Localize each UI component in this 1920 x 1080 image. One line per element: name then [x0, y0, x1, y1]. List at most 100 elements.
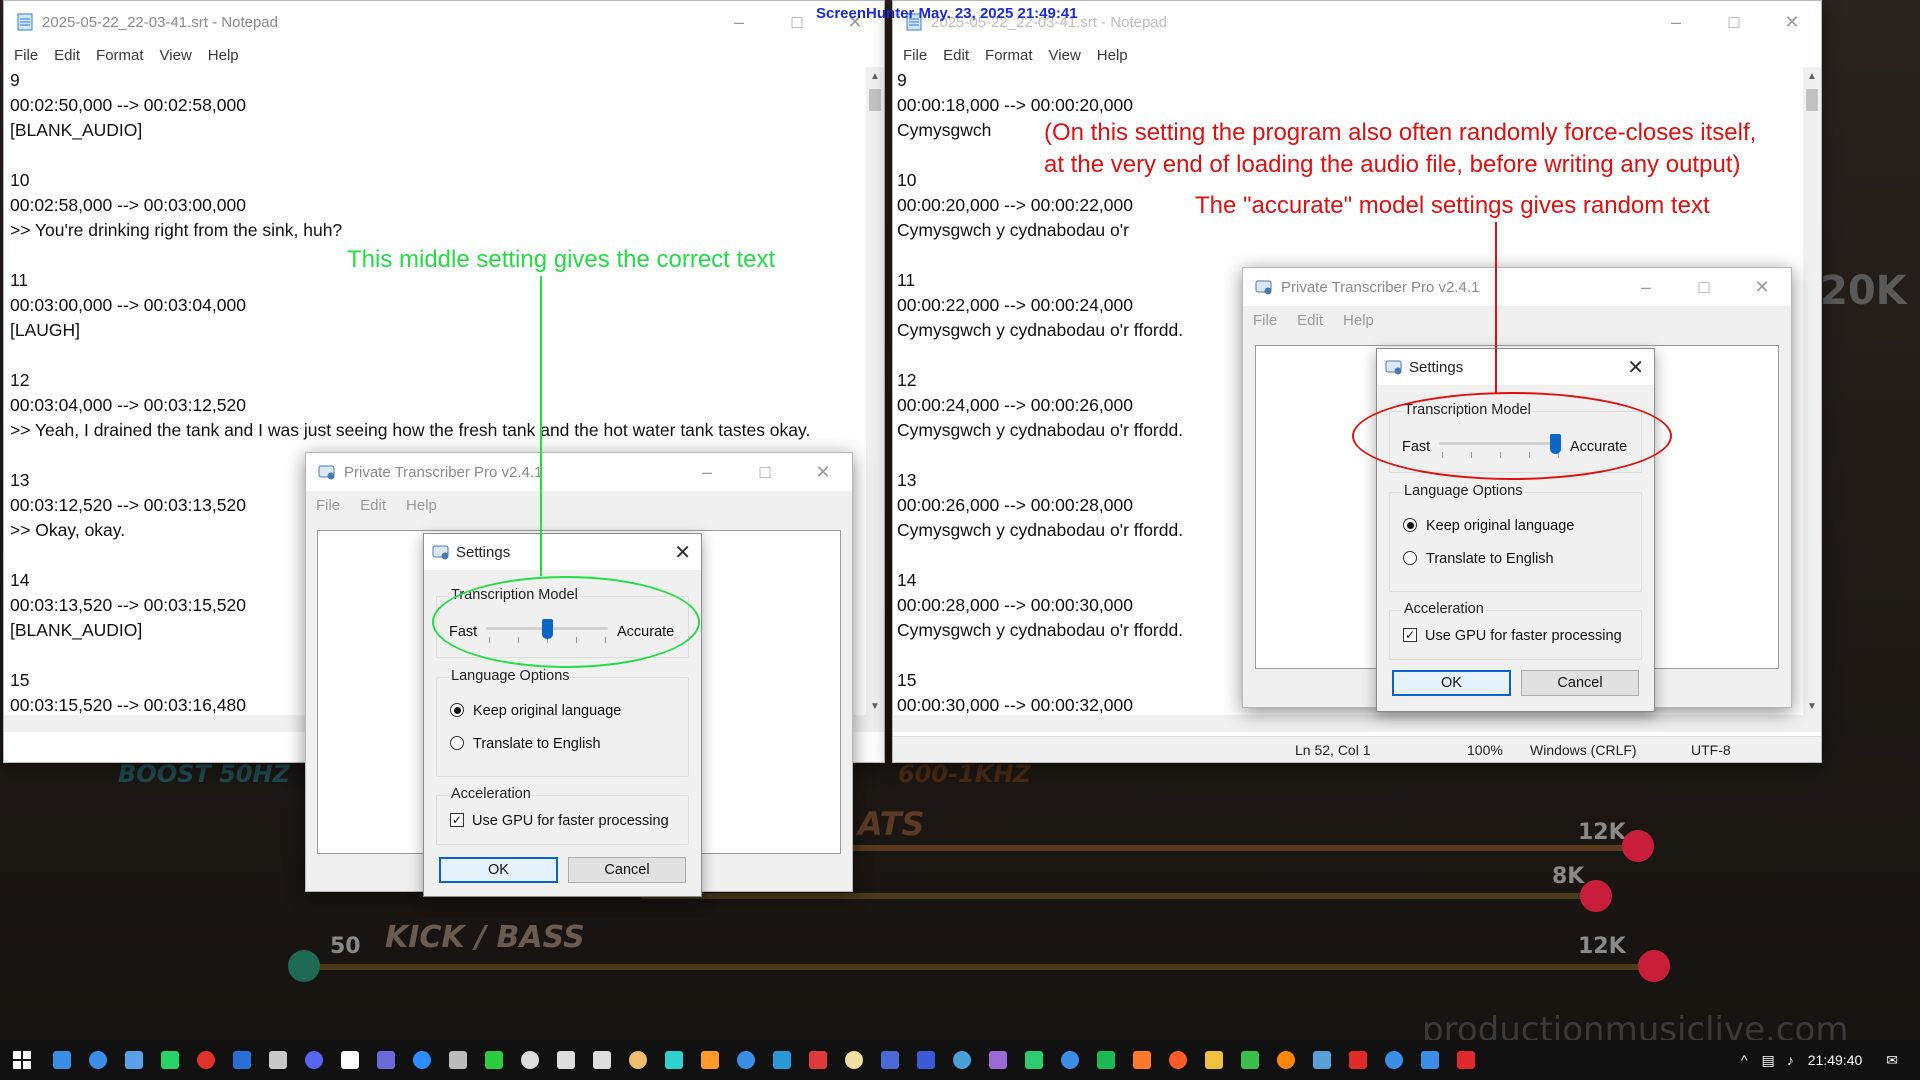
taskbar-app-icon[interactable] — [404, 1040, 440, 1080]
taskbar-app-icon[interactable] — [584, 1040, 620, 1080]
taskbar-app-icon[interactable] — [332, 1040, 368, 1080]
taskbar-app-icon[interactable] — [296, 1040, 332, 1080]
gpu-label[interactable]: Use GPU for faster processing — [472, 813, 669, 829]
menu-format[interactable]: Format — [985, 47, 1033, 64]
menu-file[interactable]: File — [316, 497, 340, 514]
volume-icon[interactable]: ♪ — [1787, 1052, 1794, 1068]
taskbar-app-icon[interactable] — [152, 1040, 188, 1080]
taskbar-app-icon[interactable] — [440, 1040, 476, 1080]
start-windows-icon[interactable] — [0, 1040, 44, 1080]
menu-file[interactable]: File — [1253, 312, 1277, 329]
taskbar-app-icon[interactable] — [728, 1040, 764, 1080]
menu-help[interactable]: Help — [1097, 47, 1128, 64]
translate-english-label[interactable]: Translate to English — [1426, 551, 1554, 567]
taskbar-app-icon[interactable] — [548, 1040, 584, 1080]
gpu-checkbox[interactable]: ✓ — [450, 813, 464, 827]
close-icon[interactable]: ✕ — [794, 453, 852, 491]
menu-help[interactable]: Help — [208, 47, 239, 64]
keep-original-label[interactable]: Keep original language — [473, 703, 621, 719]
transcriber-left-titlebar[interactable]: Private Transcriber Pro v2.4.1 – □ ✕ — [306, 453, 852, 491]
taskbar-app-icon[interactable] — [800, 1040, 836, 1080]
chevron-up-icon[interactable]: ^ — [1741, 1052, 1748, 1068]
taskbar-clock[interactable]: 21:49:40 — [1808, 1052, 1863, 1068]
cancel-button[interactable]: Cancel — [1521, 670, 1639, 696]
scroll-down-icon[interactable]: ▼ — [866, 697, 884, 715]
taskbar-app-icon[interactable] — [980, 1040, 1016, 1080]
menu-format[interactable]: Format — [96, 47, 144, 64]
scroll-up-icon[interactable]: ▲ — [1803, 67, 1821, 85]
maximize-icon[interactable]: □ — [1675, 268, 1733, 306]
taskbar-app-icon[interactable] — [836, 1040, 872, 1080]
menu-help[interactable]: Help — [1343, 312, 1374, 329]
taskbar-app-icon[interactable] — [620, 1040, 656, 1080]
minimize-icon[interactable]: – — [710, 1, 768, 43]
taskbar-app-icon[interactable] — [512, 1040, 548, 1080]
scroll-thumb[interactable] — [869, 89, 881, 111]
vertical-scrollbar[interactable]: ▲ ▼ — [1803, 67, 1821, 715]
taskbar-app-icon[interactable] — [872, 1040, 908, 1080]
cancel-button[interactable]: Cancel — [568, 857, 686, 883]
scroll-down-icon[interactable]: ▼ — [1803, 697, 1821, 715]
menu-edit[interactable]: Edit — [1297, 312, 1323, 329]
minimize-icon[interactable]: – — [1647, 1, 1705, 43]
radio-translate-english[interactable] — [450, 736, 464, 750]
taskbar-app-icon[interactable] — [692, 1040, 728, 1080]
keep-original-label[interactable]: Keep original language — [1426, 518, 1574, 534]
radio-translate-english[interactable] — [1403, 551, 1417, 565]
taskbar-app-icon[interactable] — [368, 1040, 404, 1080]
taskbar-app-icon[interactable] — [476, 1040, 512, 1080]
menu-edit[interactable]: Edit — [54, 47, 80, 64]
minimize-icon[interactable]: – — [678, 453, 736, 491]
notification-icon[interactable]: ✉ — [1886, 1052, 1898, 1069]
maximize-icon[interactable]: □ — [1705, 1, 1763, 43]
taskbar-app-icon[interactable] — [656, 1040, 692, 1080]
taskbar-app-icon[interactable] — [44, 1040, 80, 1080]
settings-titlebar[interactable]: Settings ✕ — [424, 534, 701, 570]
menu-view[interactable]: View — [1049, 47, 1081, 64]
network-icon[interactable]: ▤ — [1762, 1052, 1775, 1069]
close-icon[interactable]: ✕ — [1627, 355, 1644, 380]
close-icon[interactable]: ✕ — [674, 540, 691, 565]
minimize-icon[interactable]: – — [1617, 268, 1675, 306]
taskbar-app-icon[interactable] — [188, 1040, 224, 1080]
taskbar-app-icon[interactable] — [1232, 1040, 1268, 1080]
taskbar-app-icon[interactable] — [944, 1040, 980, 1080]
taskbar-app-icon[interactable] — [116, 1040, 152, 1080]
maximize-icon[interactable]: □ — [736, 453, 794, 491]
taskbar-app-icon[interactable] — [260, 1040, 296, 1080]
close-icon[interactable]: ✕ — [1763, 1, 1821, 43]
transcriber-right-titlebar[interactable]: Private Transcriber Pro v2.4.1 – □ ✕ — [1243, 268, 1791, 306]
taskbar-app-icon[interactable] — [764, 1040, 800, 1080]
taskbar-app-icon[interactable] — [80, 1040, 116, 1080]
taskbar-app-icon[interactable] — [224, 1040, 260, 1080]
taskbar-app-icon[interactable] — [1412, 1040, 1448, 1080]
scroll-thumb[interactable] — [1806, 89, 1818, 111]
menu-file[interactable]: File — [903, 47, 927, 64]
vertical-scrollbar[interactable]: ▲ ▼ — [866, 67, 884, 715]
menu-edit[interactable]: Edit — [360, 497, 386, 514]
taskbar-app-icon[interactable] — [908, 1040, 944, 1080]
taskbar-app-icon[interactable] — [1052, 1040, 1088, 1080]
taskbar-app-icon[interactable] — [1376, 1040, 1412, 1080]
taskbar-app-icon[interactable] — [1160, 1040, 1196, 1080]
gpu-checkbox[interactable]: ✓ — [1403, 628, 1417, 642]
radio-keep-original[interactable] — [1403, 518, 1417, 532]
taskbar-app-icon[interactable] — [1304, 1040, 1340, 1080]
radio-keep-original[interactable] — [450, 703, 464, 717]
translate-english-label[interactable]: Translate to English — [473, 736, 601, 752]
horizontal-scrollbar[interactable] — [893, 715, 1821, 732]
taskbar-app-icon[interactable] — [1196, 1040, 1232, 1080]
menu-help[interactable]: Help — [406, 497, 437, 514]
ok-button[interactable]: OK — [1392, 670, 1511, 696]
taskbar-app-icon[interactable] — [1088, 1040, 1124, 1080]
menu-edit[interactable]: Edit — [943, 47, 969, 64]
menu-file[interactable]: File — [14, 47, 38, 64]
ok-button[interactable]: OK — [439, 857, 558, 883]
taskbar-app-icon[interactable] — [1268, 1040, 1304, 1080]
taskbar-app-icon[interactable] — [1016, 1040, 1052, 1080]
menu-view[interactable]: View — [160, 47, 192, 64]
taskbar-app-icon[interactable] — [1448, 1040, 1484, 1080]
scroll-up-icon[interactable]: ▲ — [866, 67, 884, 85]
notepad-left-titlebar[interactable]: 2025-05-22_22-03-41.srt - Notepad – □ ✕ — [4, 1, 884, 43]
gpu-label[interactable]: Use GPU for faster processing — [1425, 628, 1622, 644]
